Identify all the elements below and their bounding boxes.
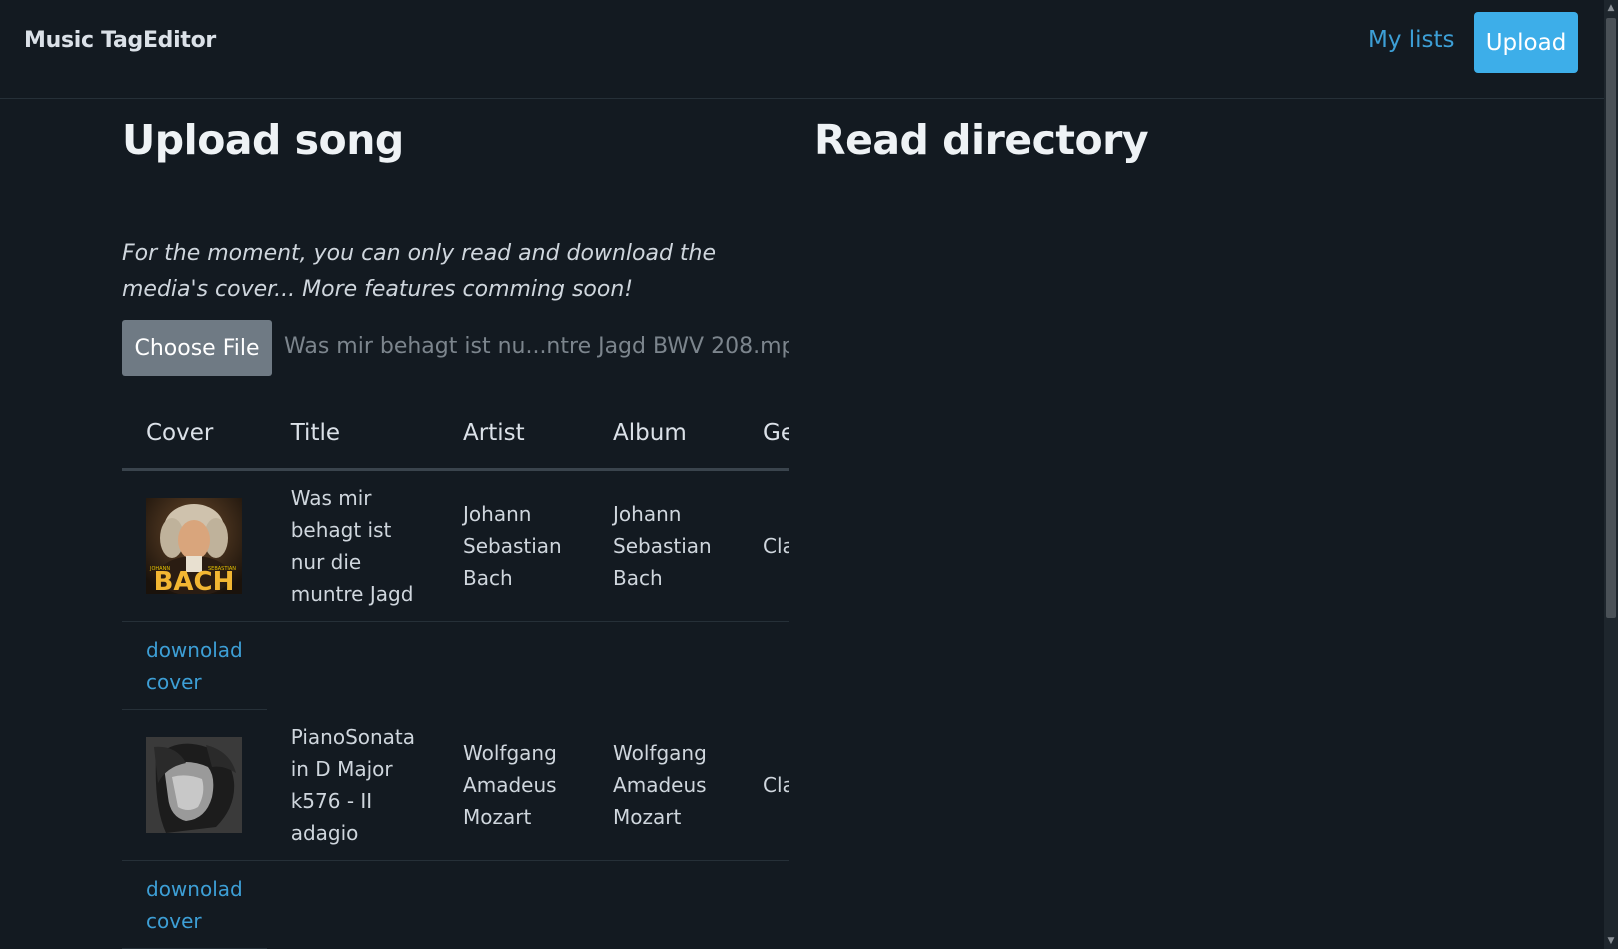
feature-note: For the moment, you can only read and do… <box>122 241 716 302</box>
column-header-title: Title <box>266 398 440 471</box>
table-header-row: Cover Title Artist Album Genre <box>122 398 789 471</box>
bach-cover-image: JOHANN SEBASTIAN BACH <box>146 498 242 594</box>
column-header-cover: Cover <box>122 398 267 471</box>
songs-table: Cover Title Artist Album Genre <box>122 398 789 949</box>
download-cell: downolad cover <box>122 860 267 949</box>
scroll-down-icon[interactable]: ▼ <box>1606 935 1616 947</box>
table-row: JOHANN SEBASTIAN BACH Was mir behagt ist… <box>122 469 789 622</box>
column-header-album: Album <box>589 398 740 471</box>
song-genre: Classical <box>739 469 789 622</box>
download-cell: downolad cover <box>122 621 267 710</box>
download-row: downolad cover <box>122 860 789 949</box>
brand-title[interactable]: Music TagEditor <box>24 28 216 53</box>
song-genre: Classical <box>739 709 789 861</box>
my-lists-link[interactable]: My lists <box>1368 27 1455 53</box>
song-album: Johann Sebastian Bach <box>589 469 740 622</box>
scroll-up-icon[interactable]: ▲ <box>1606 2 1616 14</box>
choose-file-button[interactable]: Choose File <box>122 320 272 376</box>
song-album: Wolfgang Amadeus Mozart <box>589 709 740 861</box>
navbar: Music TagEditor My lists Upload <box>0 0 1604 99</box>
column-header-artist: Artist <box>439 398 590 471</box>
cover-cell <box>122 709 267 861</box>
song-artist: Wolfgang Amadeus Mozart <box>439 709 590 861</box>
scrollbar-thumb[interactable] <box>1606 18 1616 618</box>
upload-song-section: Upload song For the moment, you can only… <box>122 98 789 949</box>
page-scrollbar[interactable]: ▲ ▼ <box>1604 0 1618 949</box>
song-title: Was mir behagt ist nur die muntre Jagd <box>266 469 440 622</box>
mozart-cover-image <box>146 737 242 833</box>
song-artist: Johann Sebastian Bach <box>439 469 590 622</box>
upload-nav-button[interactable]: Upload <box>1474 12 1578 73</box>
download-cover-link[interactable]: downolad cover <box>146 634 243 698</box>
download-cover-link[interactable]: downolad cover <box>146 873 243 937</box>
upload-song-heading: Upload song <box>122 116 404 164</box>
column-header-genre: Genre <box>739 398 789 471</box>
read-directory-heading: Read directory <box>814 116 1149 164</box>
song-title: PianoSonata in D Major k576 - II adagio <box>266 709 440 861</box>
download-row: downolad cover <box>122 621 789 710</box>
selected-file-name: Was mir behagt ist nu...ntre Jagd BWV 20… <box>284 334 789 359</box>
cover-cell: JOHANN SEBASTIAN BACH <box>122 469 267 622</box>
cover-title-text: BACH <box>154 567 235 594</box>
table-row: PianoSonata in D Major k576 - II adagio … <box>122 709 789 861</box>
